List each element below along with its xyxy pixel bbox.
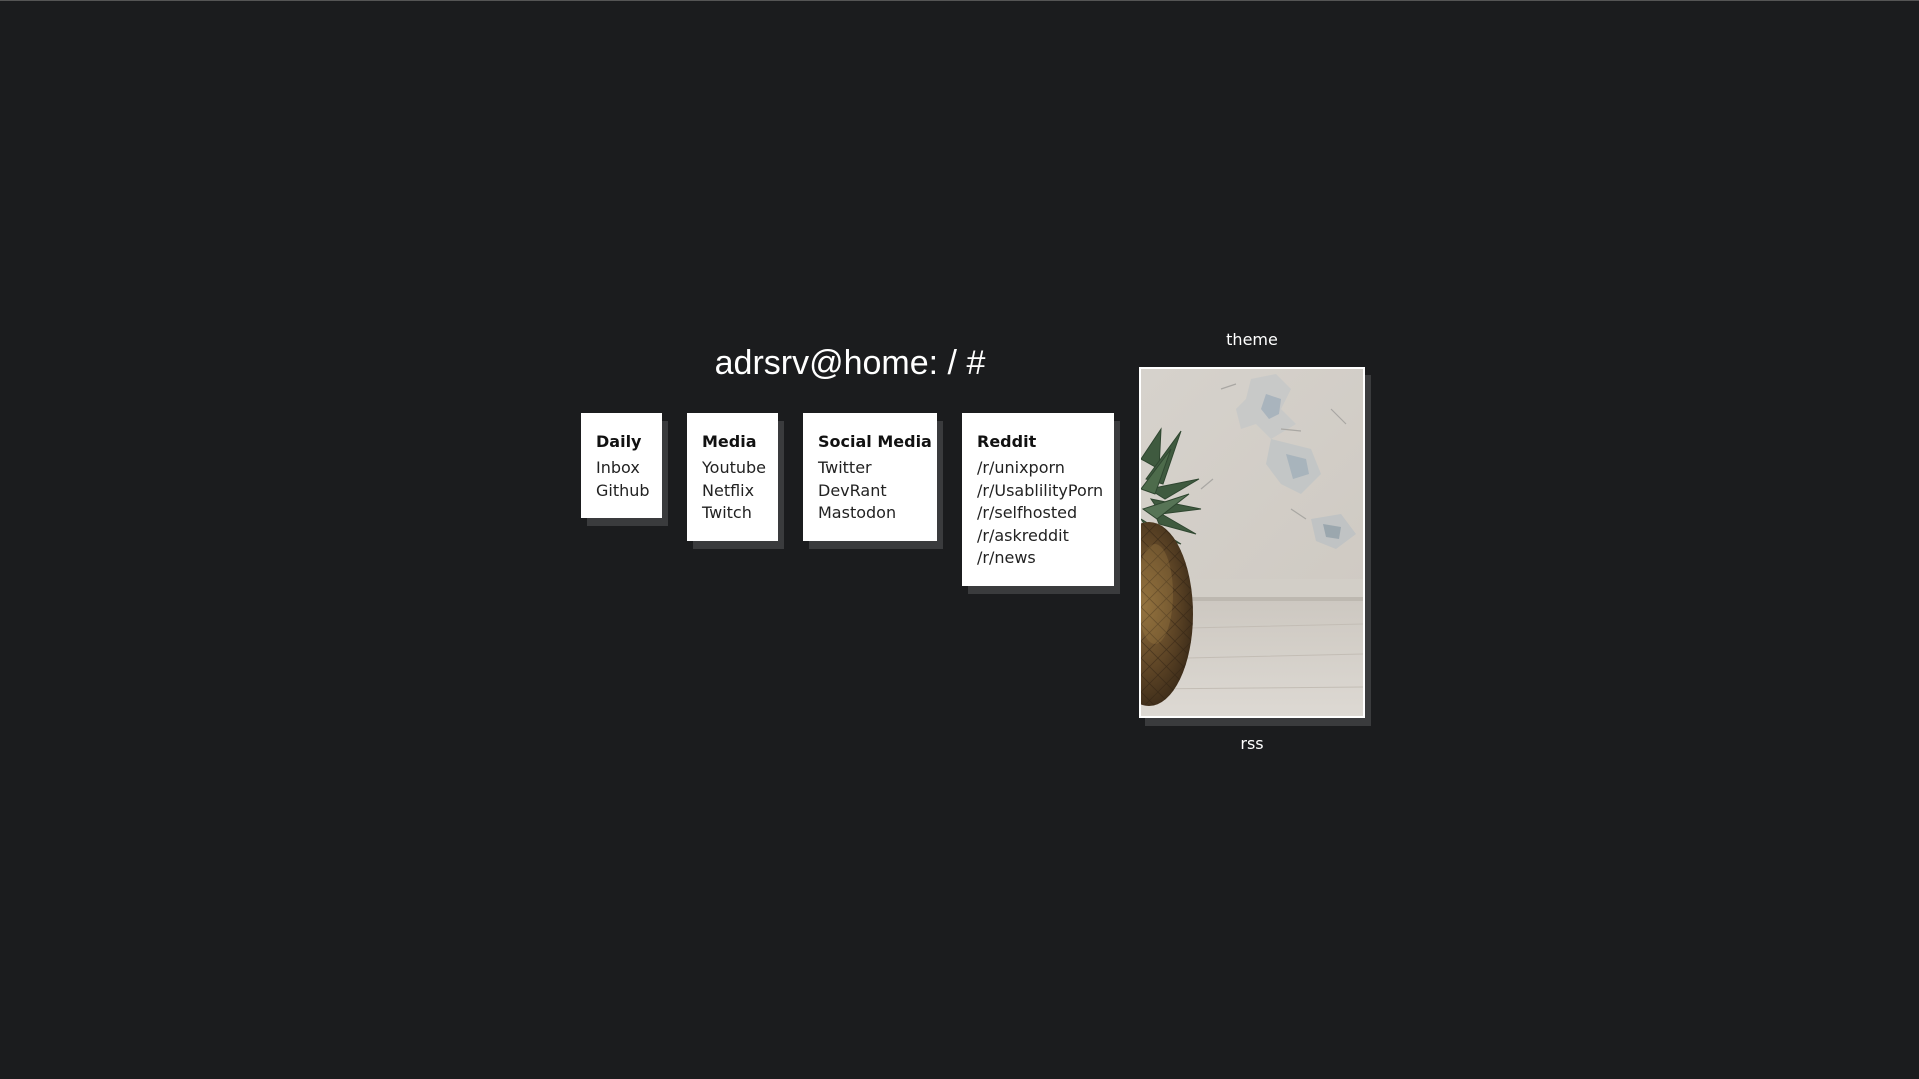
rss-link[interactable]: rss [1140, 734, 1364, 754]
card-title-media: Media [702, 432, 757, 451]
card-title-reddit: Reddit [977, 432, 1037, 451]
pineapple-image [1141, 369, 1363, 716]
card-media: Media Youtube Netflix Twitch [687, 413, 778, 541]
theme-link[interactable]: theme [1140, 330, 1364, 350]
link-r-usablilityporn[interactable]: /r/UsablilityPorn [977, 480, 1103, 503]
card-reddit: Reddit /r/unixporn /r/UsablilityPorn /r/… [962, 413, 1114, 586]
link-twitter[interactable]: Twitter [818, 457, 922, 480]
link-twitch[interactable]: Twitch [702, 502, 763, 525]
pineapple-photo [1139, 367, 1365, 718]
link-r-selfhosted[interactable]: /r/selfhosted [977, 502, 1099, 525]
card-social-media: Social Media Twitter DevRant Mastodon [803, 413, 937, 541]
link-devrant[interactable]: DevRant [818, 480, 922, 503]
card-title-social-media: Social Media [818, 432, 932, 451]
card-title-daily: Daily [596, 432, 642, 451]
page-title: adrsrv@home: / # [714, 344, 986, 382]
link-mastodon[interactable]: Mastodon [818, 502, 922, 525]
link-netflix[interactable]: Netflix [702, 480, 763, 503]
link-inbox[interactable]: Inbox [596, 457, 647, 480]
link-r-unixporn[interactable]: /r/unixporn [977, 457, 1099, 480]
link-r-news[interactable]: /r/news [977, 547, 1099, 570]
link-youtube[interactable]: Youtube [702, 457, 766, 480]
link-r-askreddit[interactable]: /r/askreddit [977, 525, 1099, 548]
link-github[interactable]: Github [596, 480, 650, 503]
card-daily: Daily Inbox Github [581, 413, 662, 518]
